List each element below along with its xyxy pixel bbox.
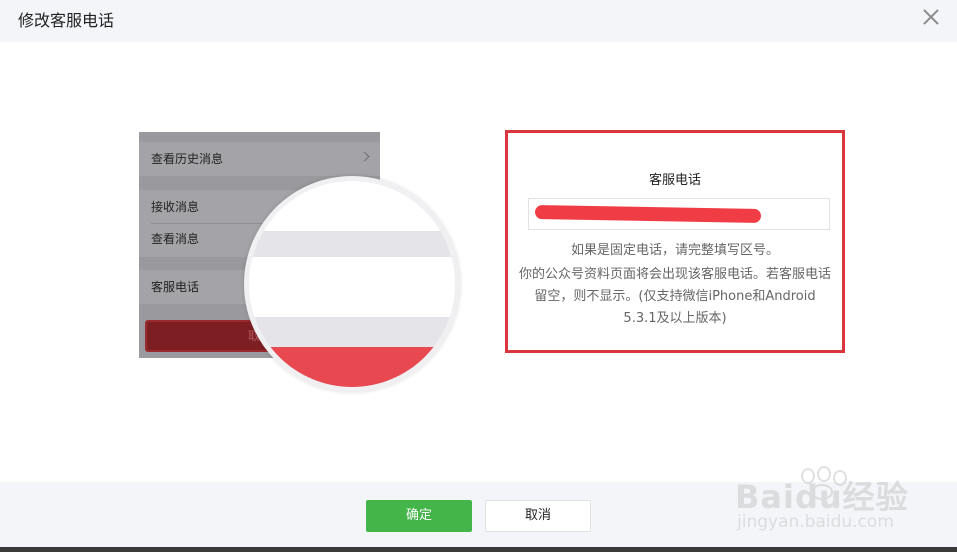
confirm-button[interactable]: 确定	[366, 500, 472, 532]
lens-gray-band	[249, 317, 455, 347]
preview-row-label: 查看历史消息	[151, 152, 224, 166]
cancel-button[interactable]: 取消	[485, 500, 591, 532]
edit-customer-service-phone-dialog: 修改客服电话 查看历史消息 接收消息 查看消息 客服电话 取消 客服电话 如果是…	[0, 0, 957, 552]
lens-gray-band	[249, 231, 455, 257]
chevron-right-icon	[359, 151, 370, 162]
hint-display-info: 你的公众号资料页面将会出现该客服电话。若客服电话留空，则不显示。(仅支持微信iP…	[518, 267, 831, 326]
baidu-jingyan-watermark: Baidu经验 jingyan.baidu.com	[735, 466, 935, 538]
service-phone-label: 客服电话	[648, 173, 701, 188]
dialog-header: 修改客服电话	[0, 0, 957, 42]
bottom-bar	[0, 547, 957, 552]
hint-area-code: 如果是固定电话，请完整填写区号。	[570, 243, 779, 258]
service-phone-form: 客服电话 如果是固定电话，请完整填写区号。 你的公众号资料页面将会出现该客服电话…	[505, 130, 845, 353]
lens-red-band	[249, 347, 455, 387]
magnifier-circle	[244, 176, 460, 392]
preview-row-history: 查看历史消息	[139, 142, 380, 176]
preview-row-label: 客服电话	[151, 280, 200, 294]
dialog-title: 修改客服电话	[18, 11, 115, 30]
preview-row-label: 查看消息	[151, 232, 200, 246]
redaction-mark	[534, 205, 762, 223]
watermark-url: jingyan.baidu.com	[737, 512, 894, 532]
preview-row-label: 接收消息	[151, 200, 200, 214]
close-icon[interactable]	[920, 6, 942, 28]
service-phone-input[interactable]	[528, 198, 830, 230]
